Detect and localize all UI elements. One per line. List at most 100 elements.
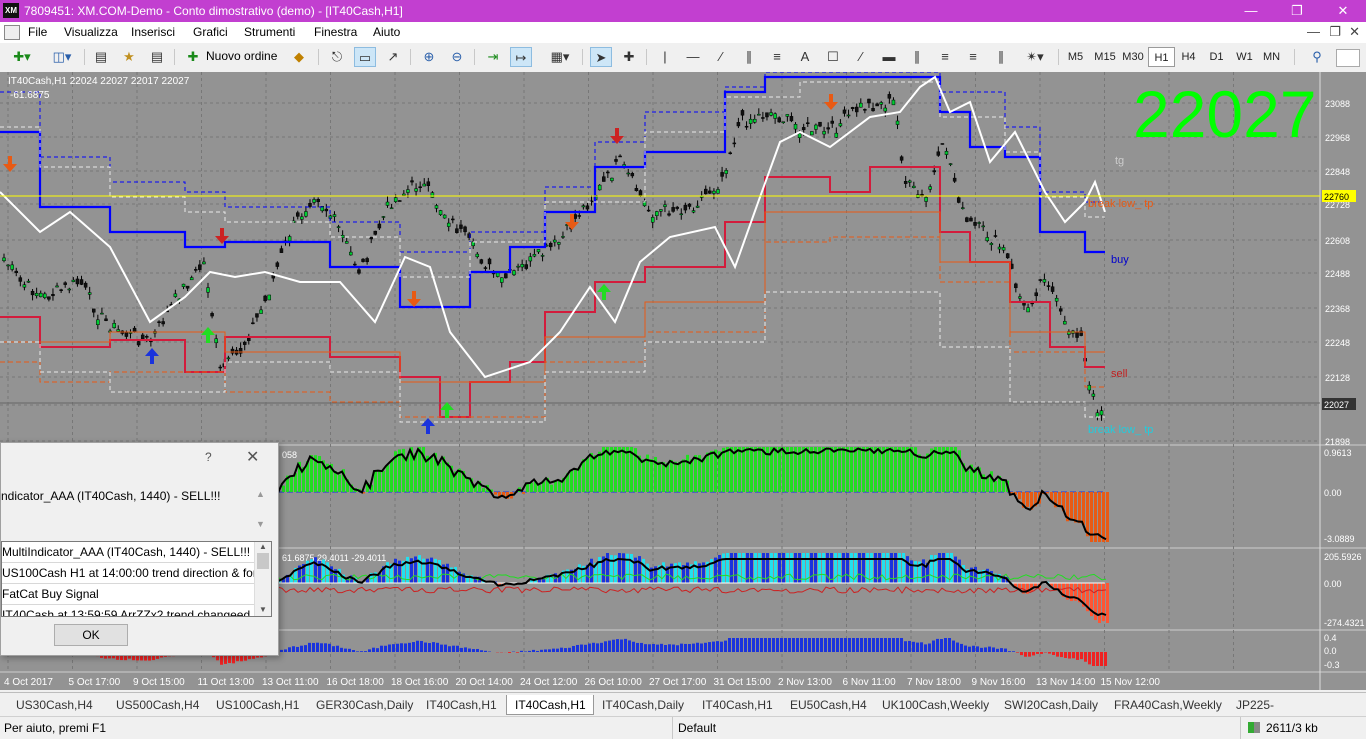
tab-eu50cash-h4[interactable]: EU50Cash,H4 — [782, 695, 874, 715]
profiles-icon[interactable]: ◫▾ — [46, 47, 78, 67]
tab-ger30cash-daily[interactable]: GER30Cash,Daily — [308, 695, 418, 715]
text-icon[interactable]: A — [794, 47, 816, 67]
zoom-out-icon[interactable]: ⊖ — [446, 47, 468, 67]
menu-finestra[interactable]: Finestra — [314, 25, 357, 39]
menu-aiuto[interactable]: Aiuto — [373, 25, 400, 39]
tab-it40cash-h1[interactable]: IT40Cash,H1 — [694, 695, 782, 715]
indicator1-bar — [522, 492, 525, 494]
close-child-icon[interactable]: ✕ — [1349, 24, 1360, 40]
candle-body — [990, 243, 993, 244]
text-label-icon[interactable]: ☐ — [822, 47, 844, 67]
alert-history-list[interactable]: MultiIndicator_AAA (IT40Cash, 1440) - SE… — [1, 541, 272, 617]
search-icon[interactable]: ⚲ — [1306, 47, 1328, 67]
list-item[interactable]: US100Cash H1 at 14:00:00 trend direction… — [2, 563, 271, 584]
restore-button[interactable]: ❐ — [1274, 0, 1320, 22]
message-scroll-down-icon[interactable]: ▼ — [256, 519, 265, 529]
pitchfork-icon[interactable]: ∥ — [906, 47, 928, 67]
candle-body — [635, 188, 638, 190]
tab-jp225-dec17-daily[interactable]: JP225-DEC17,Daily — [1228, 695, 1348, 715]
list-scroll-up-icon[interactable]: ▲ — [255, 542, 271, 551]
channel-icon[interactable]: ∥ — [738, 47, 760, 67]
timeframe-m5[interactable]: M5 — [1062, 47, 1089, 67]
crosshair-icon[interactable]: ✚ — [618, 47, 640, 67]
cycle-lines-icon[interactable]: ∥ — [990, 47, 1012, 67]
gann-icon[interactable]: ∕ — [850, 47, 872, 67]
timeframe-m30[interactable]: M30 — [1118, 47, 1148, 67]
tab-it40cash-h1[interactable]: IT40Cash,H1 — [418, 695, 506, 715]
fibo-fan-icon[interactable]: ≡ — [934, 47, 956, 67]
menu-strumenti[interactable]: Strumenti — [244, 25, 295, 39]
menu-inserisci[interactable]: Inserisci — [131, 25, 175, 39]
tab-it40cash-h1[interactable]: IT40Cash,H1 — [506, 695, 594, 715]
auto-scroll-icon[interactable]: ↦ — [510, 47, 532, 67]
shapes-icon[interactable]: ✴▾ — [1018, 47, 1052, 67]
terminal-icon[interactable]: ▤ — [146, 47, 168, 67]
menu-grafici[interactable]: Grafici — [193, 25, 228, 39]
tab-uk100cash-weekly[interactable]: UK100Cash,Weekly — [874, 695, 996, 715]
tab-fra40cash-weekly[interactable]: FRA40Cash,Weekly — [1106, 695, 1228, 715]
list-scrollbar[interactable]: ▲ ▼ — [254, 542, 271, 616]
vertical-line-icon[interactable]: | — [654, 47, 676, 67]
trendline-icon[interactable]: ∕ — [710, 47, 732, 67]
list-scroll-down-icon[interactable]: ▼ — [255, 605, 271, 614]
list-scroll-thumb[interactable] — [257, 553, 269, 569]
new-order-button[interactable]: Nuovo ordine — [206, 49, 277, 63]
fibo-time-icon[interactable]: ≡ — [962, 47, 984, 67]
minimize-child-icon[interactable]: — — [1307, 24, 1320, 39]
list-item[interactable]: MultiIndicator_AAA (IT40Cash, 1440) - SE… — [2, 542, 271, 563]
new-order-icon[interactable]: ✚ — [182, 47, 204, 67]
market-watch-icon[interactable]: ▤ — [90, 47, 112, 67]
document-icon[interactable] — [4, 25, 20, 40]
navigator-icon[interactable]: ★ — [118, 47, 140, 67]
autotrading-icon[interactable]: ◆ — [288, 47, 310, 67]
dialog-close-icon[interactable]: ✕ — [246, 447, 259, 467]
date-tick-label: 20 Oct 14:00 — [456, 677, 514, 688]
timeframe-h4[interactable]: H4 — [1175, 47, 1202, 67]
bar-chart-icon[interactable]: ⎋ — [326, 47, 348, 67]
candle-body — [239, 348, 242, 353]
candle-body — [243, 342, 246, 345]
minimize-button[interactable]: — — [1228, 0, 1274, 22]
horizontal-line-icon[interactable]: — — [682, 47, 704, 67]
tab-us500cash-h4[interactable]: US500Cash,H4 — [108, 695, 208, 715]
indicator3-bar — [696, 643, 699, 652]
timeframe-w1[interactable]: W1 — [1231, 47, 1258, 67]
candlestick-icon[interactable]: ▭ — [354, 47, 376, 67]
help-icon[interactable]: ? — [205, 450, 212, 464]
tab-it40cash-daily[interactable]: IT40Cash,Daily — [594, 695, 694, 715]
new-chart-icon[interactable]: ✚▾ — [6, 47, 38, 67]
menu-file[interactable]: File — [28, 25, 47, 39]
list-item[interactable]: IT40Cash at 13:59:59 ArrZZx2 trend chang… — [2, 605, 271, 617]
fibonacci-icon[interactable]: ≡ — [766, 47, 788, 67]
ok-button[interactable]: OK — [54, 624, 128, 646]
close-button[interactable]: ✕ — [1320, 0, 1366, 22]
indicator2-bar — [678, 562, 681, 583]
tab-us100cash-h1[interactable]: US100Cash,H1 — [208, 695, 308, 715]
timeframe-h1[interactable]: H1 — [1148, 47, 1175, 67]
timeframe-m15[interactable]: M15 — [1090, 47, 1120, 67]
menu-visualizza[interactable]: Visualizza — [64, 25, 118, 39]
timeframe-mn[interactable]: MN — [1258, 47, 1285, 67]
chart-shift-icon[interactable]: ⇥ — [482, 47, 504, 67]
candle-body — [504, 274, 507, 278]
search-field[interactable] — [1336, 49, 1360, 67]
indicator2-bar — [738, 553, 741, 583]
rectangle-icon[interactable]: ▬ — [878, 47, 900, 67]
line-chart-icon[interactable]: ↗ — [382, 47, 404, 67]
indicator3-bar — [300, 646, 303, 652]
cursor-icon[interactable]: ➤ — [590, 47, 612, 67]
timeframe-d1[interactable]: D1 — [1203, 47, 1230, 67]
tab-us30cash-h4[interactable]: US30Cash,H4 — [8, 695, 108, 715]
indicator3-bar — [484, 651, 487, 652]
zoom-in-icon[interactable]: ⊕ — [418, 47, 440, 67]
indicator1-bar — [658, 462, 661, 492]
tab-swi20cash-daily[interactable]: SWI20Cash,Daily — [996, 695, 1106, 715]
candle-body — [31, 291, 34, 295]
message-scroll-up-icon[interactable]: ▲ — [256, 489, 265, 499]
indicator3-bar — [836, 638, 839, 652]
restore-child-icon[interactable]: ❐ — [1329, 24, 1341, 40]
indicator1-bar — [830, 447, 833, 492]
list-item[interactable]: FatCat Buy Signal — [2, 584, 271, 605]
indicator2-bar — [314, 557, 317, 583]
indicators-icon[interactable]: ▦▾ — [544, 47, 576, 67]
